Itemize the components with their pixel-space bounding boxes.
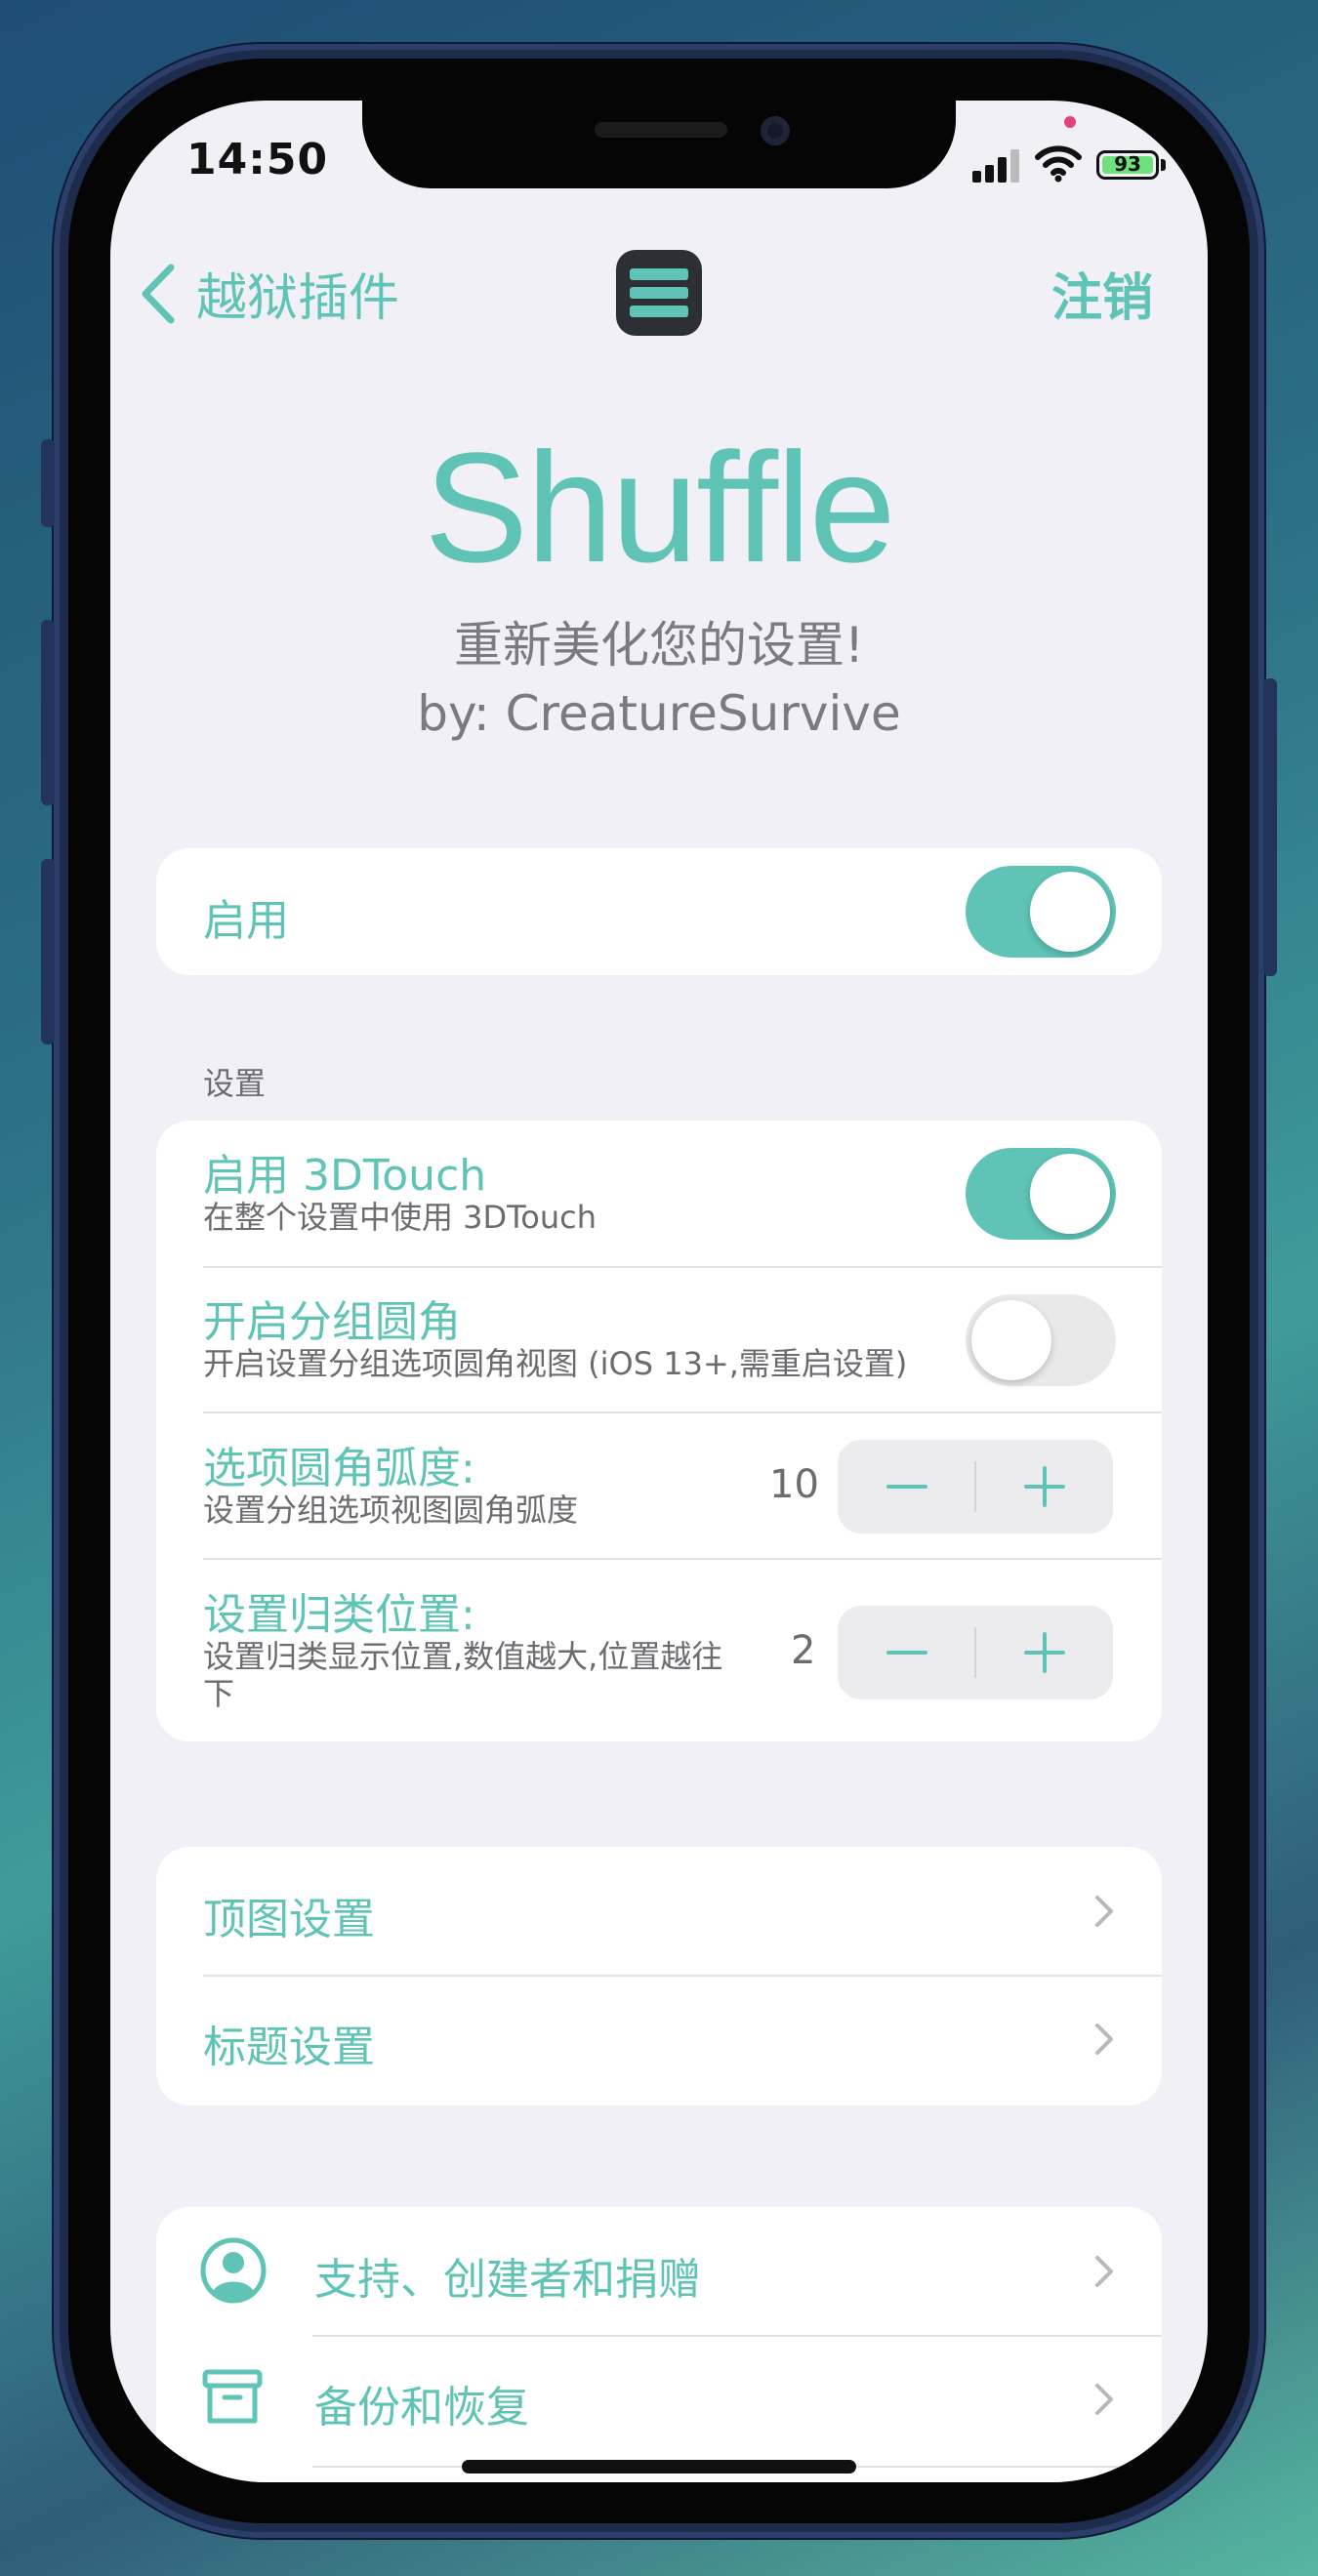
3dtouch-toggle[interactable] bbox=[966, 1148, 1116, 1240]
category-position-stepper bbox=[838, 1606, 1113, 1699]
3dtouch-label: 启用 3DTouch bbox=[203, 1151, 487, 1201]
home-indicator[interactable] bbox=[462, 2460, 856, 2474]
title-settings-row[interactable]: 标题设置 bbox=[156, 1977, 1162, 2106]
enable-toggle[interactable] bbox=[966, 866, 1116, 958]
row-separator bbox=[203, 1558, 1162, 1560]
decrement-button[interactable] bbox=[838, 1440, 975, 1533]
header-image-settings-row[interactable]: 顶图设置 bbox=[156, 1847, 1162, 1975]
navigation-card: 顶图设置 标题设置 bbox=[156, 1847, 1162, 2106]
back-label: 越狱插件 bbox=[196, 269, 400, 328]
back-button[interactable]: 越狱插件 bbox=[132, 257, 399, 330]
privacy-indicator-dot bbox=[1064, 116, 1076, 128]
speaker-grille bbox=[595, 122, 727, 138]
chevron-right-icon bbox=[1095, 2384, 1113, 2415]
person-circle-icon bbox=[200, 2237, 267, 2304]
increment-button[interactable] bbox=[975, 1606, 1113, 1699]
support-row[interactable]: 支持、创建者和捐赠 bbox=[156, 2207, 1162, 2335]
subtitle-text: 重新美化您的设置! bbox=[453, 617, 865, 674]
page-subtitle: 重新美化您的设置! by: CreatureSurvive bbox=[110, 611, 1208, 748]
support-label: 支持、创建者和捐赠 bbox=[314, 2255, 701, 2305]
settings-card: 启用 3DTouch 在整个设置中使用 3DTouch 开启分组圆角 开启设置分… bbox=[156, 1121, 1162, 1741]
3dtouch-description: 在整个设置中使用 3DTouch bbox=[203, 1199, 597, 1236]
decrement-button[interactable] bbox=[838, 1606, 975, 1699]
category-position-description: 设置归类显示位置,数值越大,位置越往下 bbox=[203, 1638, 723, 1712]
backup-restore-row[interactable]: 备份和恢复 bbox=[156, 2337, 1162, 2466]
corner-radius-value: 10 bbox=[769, 1462, 819, 1507]
silent-switch bbox=[41, 439, 55, 527]
category-position-value: 2 bbox=[791, 1628, 816, 1673]
status-time: 14:50 bbox=[186, 135, 329, 184]
row-separator bbox=[203, 1411, 1162, 1413]
author-text: by: CreatureSurvive bbox=[417, 685, 901, 742]
title-settings-label: 标题设置 bbox=[203, 2023, 375, 2072]
power-button bbox=[1263, 678, 1277, 976]
volume-up-button bbox=[41, 620, 55, 805]
battery-level: 93 bbox=[1114, 152, 1141, 176]
cellular-signal-icon bbox=[972, 147, 1021, 183]
corner-radius-label: 选项圆角弧度: bbox=[203, 1444, 475, 1493]
category-position-label: 设置归类位置: bbox=[203, 1590, 475, 1640]
chevron-right-icon bbox=[1095, 2024, 1113, 2055]
archive-box-icon bbox=[202, 2369, 263, 2424]
battery-icon: 93 bbox=[1096, 150, 1159, 180]
backup-restore-label: 备份和恢复 bbox=[314, 2383, 529, 2433]
chevron-right-icon bbox=[1095, 2256, 1113, 2287]
enable-card: 启用 bbox=[156, 848, 1162, 975]
settings-section-header: 设置 bbox=[203, 1065, 267, 1102]
screen: 14:50 93 越狱插件 注销 Shuffle 重新美化您的设置! by: C… bbox=[110, 101, 1208, 2482]
header-image-settings-label: 顶图设置 bbox=[203, 1895, 375, 1944]
notch bbox=[362, 101, 956, 188]
chevron-right-icon bbox=[1095, 1896, 1113, 1927]
volume-down-button bbox=[41, 859, 55, 1044]
chevron-left-icon bbox=[142, 264, 175, 323]
corner-radius-description: 设置分组选项视图圆角弧度 bbox=[203, 1492, 579, 1529]
page-title: Shuffle bbox=[424, 420, 895, 594]
wifi-icon bbox=[1035, 145, 1082, 183]
more-card: 支持、创建者和捐赠 备份和恢复 bbox=[156, 2207, 1162, 2482]
rounded-groups-label: 开启分组圆角 bbox=[203, 1297, 461, 1347]
app-logo-icon bbox=[616, 250, 702, 336]
rounded-groups-toggle[interactable] bbox=[966, 1294, 1116, 1386]
enable-label: 启用 bbox=[203, 896, 289, 946]
increment-button[interactable] bbox=[975, 1440, 1113, 1533]
rounded-groups-description: 开启设置分组选项圆角视图 (iOS 13+,需重启设置) bbox=[203, 1345, 908, 1382]
row-separator bbox=[203, 1266, 1162, 1268]
logout-button[interactable]: 注销 bbox=[1051, 257, 1153, 330]
corner-radius-stepper bbox=[838, 1440, 1113, 1533]
battery-tip bbox=[1161, 159, 1166, 171]
front-camera bbox=[761, 116, 790, 145]
